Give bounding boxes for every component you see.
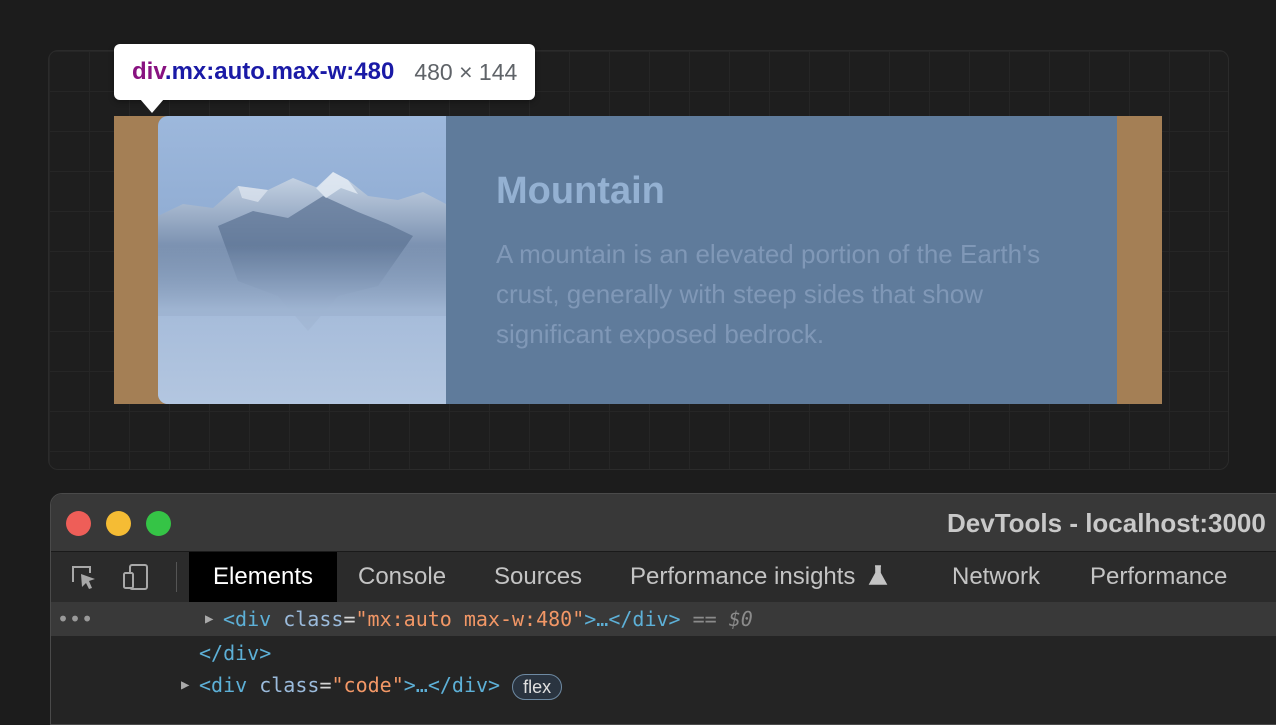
- tooltip-selector: div.mx:auto.max-w:480: [132, 58, 394, 86]
- dom-attr-name: class: [283, 607, 344, 631]
- dom-attr-value: "code": [331, 673, 404, 697]
- expand-triangle-icon[interactable]: ▶: [181, 668, 189, 702]
- dom-open-tag: <div: [199, 673, 260, 697]
- tab-network[interactable]: Network: [928, 552, 1064, 602]
- card-description: A mountain is an elevated portion of the…: [496, 239, 1041, 349]
- tooltip-classes: .mx:auto.max-w:480: [164, 58, 395, 85]
- dom-attr-value: "mx:auto max-w:480": [355, 607, 585, 631]
- dom-row[interactable]: ▶ <div class="code">…</div> flex: [51, 668, 1276, 702]
- dom-selected-marker: ==: [680, 607, 729, 631]
- dom-attr-name: class: [259, 673, 320, 697]
- maximize-window-button[interactable]: [146, 511, 171, 536]
- tab-sources[interactable]: Sources: [470, 552, 606, 602]
- dom-open-tag: <div: [223, 607, 284, 631]
- dom-close-tag: >…</div>: [584, 607, 681, 631]
- dom-row-selected[interactable]: ••• ▶ <div class="mx:auto max-w:480">…</…: [51, 602, 1276, 636]
- inspect-element-icon[interactable]: [69, 562, 99, 592]
- toolbar-divider: [176, 562, 177, 592]
- tab-performance[interactable]: Performance: [1066, 552, 1251, 602]
- dom-row[interactable]: </div>: [51, 636, 1276, 670]
- tab-console[interactable]: Console: [334, 552, 470, 602]
- dom-close-tag: >…</div>: [403, 673, 501, 697]
- card-title: Mountain: [496, 170, 665, 212]
- mountain-card[interactable]: Mountain A mountain is an elevated porti…: [158, 116, 1117, 404]
- minimize-window-button[interactable]: [106, 511, 131, 536]
- more-options-icon[interactable]: •••: [57, 602, 93, 636]
- device-toolbar-icon[interactable]: [121, 562, 151, 592]
- tab-performance-insights-label: Performance insights: [630, 563, 856, 590]
- dom-attr-equals: =: [343, 607, 356, 631]
- mountain-photo-icon: [158, 172, 446, 404]
- elements-dom-tree: ••• ▶ <div class="mx:auto max-w:480">…</…: [51, 602, 1276, 724]
- tooltip-arrow: [140, 99, 164, 113]
- window-title: DevTools - localhost:3000: [947, 508, 1266, 538]
- tooltip-dimensions: 480 × 144: [414, 58, 518, 85]
- mountain-image: [158, 116, 446, 404]
- element-inspect-tooltip: div.mx:auto.max-w:480 480 × 144: [114, 44, 536, 100]
- expand-triangle-icon[interactable]: ▶: [205, 602, 213, 636]
- dom-selected-ref: $0: [728, 607, 753, 631]
- flex-badge[interactable]: flex: [512, 673, 563, 700]
- tab-performance-insights[interactable]: Performance insights: [606, 552, 912, 602]
- devtools-toolbar: Elements Console Sources Performance ins…: [51, 552, 1276, 603]
- tab-elements[interactable]: Elements: [189, 552, 338, 602]
- experiment-flask-icon: [868, 565, 888, 585]
- dom-attr-equals: =: [319, 673, 332, 697]
- tooltip-tag: div: [132, 58, 165, 85]
- devtools-titlebar: DevTools - localhost:3000: [51, 494, 1276, 552]
- dom-close-div: </div>: [199, 641, 272, 665]
- close-window-button[interactable]: [66, 511, 91, 536]
- devtools-window: DevTools - localhost:3000 Elements Conso…: [50, 493, 1276, 725]
